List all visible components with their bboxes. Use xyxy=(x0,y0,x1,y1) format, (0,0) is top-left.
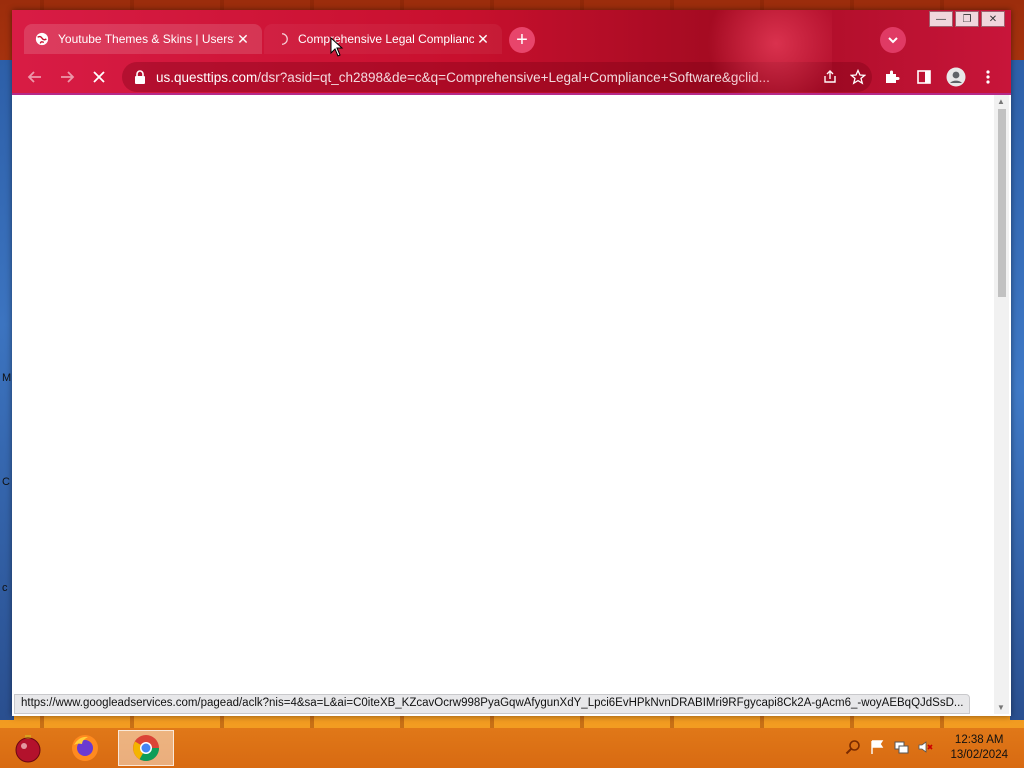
mouse-cursor-icon xyxy=(330,37,344,57)
avatar-icon xyxy=(946,67,966,87)
tab-title: Youtube Themes & Skins | Userst xyxy=(58,32,234,46)
url-path: /dsr?asid=qt_ch2898&de=c&q=Comprehensive… xyxy=(257,69,770,85)
desktop-letter: M xyxy=(2,372,12,384)
close-tab-icon[interactable]: ✕ xyxy=(234,30,252,48)
close-tab-icon[interactable]: ✕ xyxy=(474,30,492,48)
taskbar-app-ornament[interactable] xyxy=(0,730,56,766)
vertical-scrollbar[interactable]: ▲ ▼ xyxy=(994,95,1009,714)
forward-button[interactable] xyxy=(54,64,80,90)
star-icon xyxy=(850,69,866,85)
address-bar[interactable]: us.questtips.com/dsr?asid=qt_ch2898&de=c… xyxy=(122,62,872,92)
flag-icon[interactable] xyxy=(868,738,886,756)
tab-legal-compliance[interactable]: Comprehensive Legal Complianc ✕ xyxy=(264,24,502,54)
clock-time: 12:38 AM xyxy=(954,734,1004,746)
title-bar: Youtube Themes & Skins | Userst ✕ Compre… xyxy=(12,10,1011,94)
back-arrow-icon xyxy=(27,71,41,83)
loading-icon xyxy=(274,31,290,47)
globe-icon xyxy=(34,31,50,47)
url-host: us.questtips.com xyxy=(156,69,258,85)
share-button[interactable] xyxy=(816,63,844,91)
status-bubble: https://www.googleadservices.com/pagead/… xyxy=(14,694,971,714)
tab-title: Comprehensive Legal Complianc xyxy=(298,32,474,46)
minimize-icon: — xyxy=(936,13,946,25)
back-button[interactable] xyxy=(22,64,48,90)
scrollbar-thumb[interactable] xyxy=(998,109,1006,297)
bookmark-button[interactable] xyxy=(844,63,872,91)
desktop-letter: C xyxy=(2,476,10,488)
scroll-up-icon[interactable]: ▲ xyxy=(997,97,1005,106)
network-icon[interactable] xyxy=(892,738,910,756)
forward-arrow-icon xyxy=(61,71,75,83)
extensions-button[interactable] xyxy=(879,64,905,90)
plus-icon: + xyxy=(516,29,528,51)
restore-icon: ❐ xyxy=(962,13,972,25)
restore-button[interactable]: ❐ xyxy=(955,11,979,27)
page-content[interactable] xyxy=(14,95,994,705)
new-tab-button[interactable]: + xyxy=(509,27,535,53)
puzzle-icon xyxy=(886,70,900,83)
volume-muted-icon[interactable] xyxy=(916,738,934,756)
browser-toolbar: us.questtips.com/dsr?asid=qt_ch2898&de=c… xyxy=(12,60,1011,94)
chrome-icon xyxy=(133,735,160,762)
desktop-right-edge xyxy=(1010,60,1024,720)
minimize-button[interactable]: — xyxy=(929,11,953,27)
stop-loading-icon xyxy=(93,71,105,83)
share-icon xyxy=(824,70,836,83)
kebab-menu-icon xyxy=(986,70,990,84)
close-icon: ✕ xyxy=(988,13,998,25)
taskbar: 12:38 AM 13/02/2024 xyxy=(0,728,1024,768)
side-panel-icon xyxy=(917,70,931,84)
scroll-down-icon[interactable]: ▼ xyxy=(997,703,1005,712)
clock-date: 13/02/2024 xyxy=(950,749,1008,761)
tab-search-button[interactable] xyxy=(880,27,906,53)
taskbar-app-firefox[interactable] xyxy=(57,730,113,766)
window-controls: — ❐ ✕ xyxy=(929,11,1005,27)
url-text: us.questtips.com/dsr?asid=qt_ch2898&de=c… xyxy=(156,70,816,85)
desktop-letter: c xyxy=(2,582,8,594)
ornament-app-icon xyxy=(15,735,41,763)
profile-button[interactable] xyxy=(943,64,969,90)
menu-button[interactable] xyxy=(975,64,1001,90)
browser-window: Youtube Themes & Skins | Userst ✕ Compre… xyxy=(12,10,1011,716)
lock-icon[interactable] xyxy=(134,70,146,84)
close-window-button[interactable]: ✕ xyxy=(981,11,1005,27)
stop-button[interactable] xyxy=(86,64,112,90)
chevron-down-icon xyxy=(888,37,898,44)
taskbar-clock[interactable]: 12:38 AM 13/02/2024 xyxy=(950,733,1008,763)
taskbar-app-chrome[interactable] xyxy=(118,730,174,766)
side-panel-button[interactable] xyxy=(911,64,937,90)
tab-youtube-themes[interactable]: Youtube Themes & Skins | Userst ✕ xyxy=(24,24,262,54)
firefox-icon xyxy=(72,735,98,761)
system-tray xyxy=(844,738,934,756)
search-tray-icon[interactable] xyxy=(844,738,862,756)
